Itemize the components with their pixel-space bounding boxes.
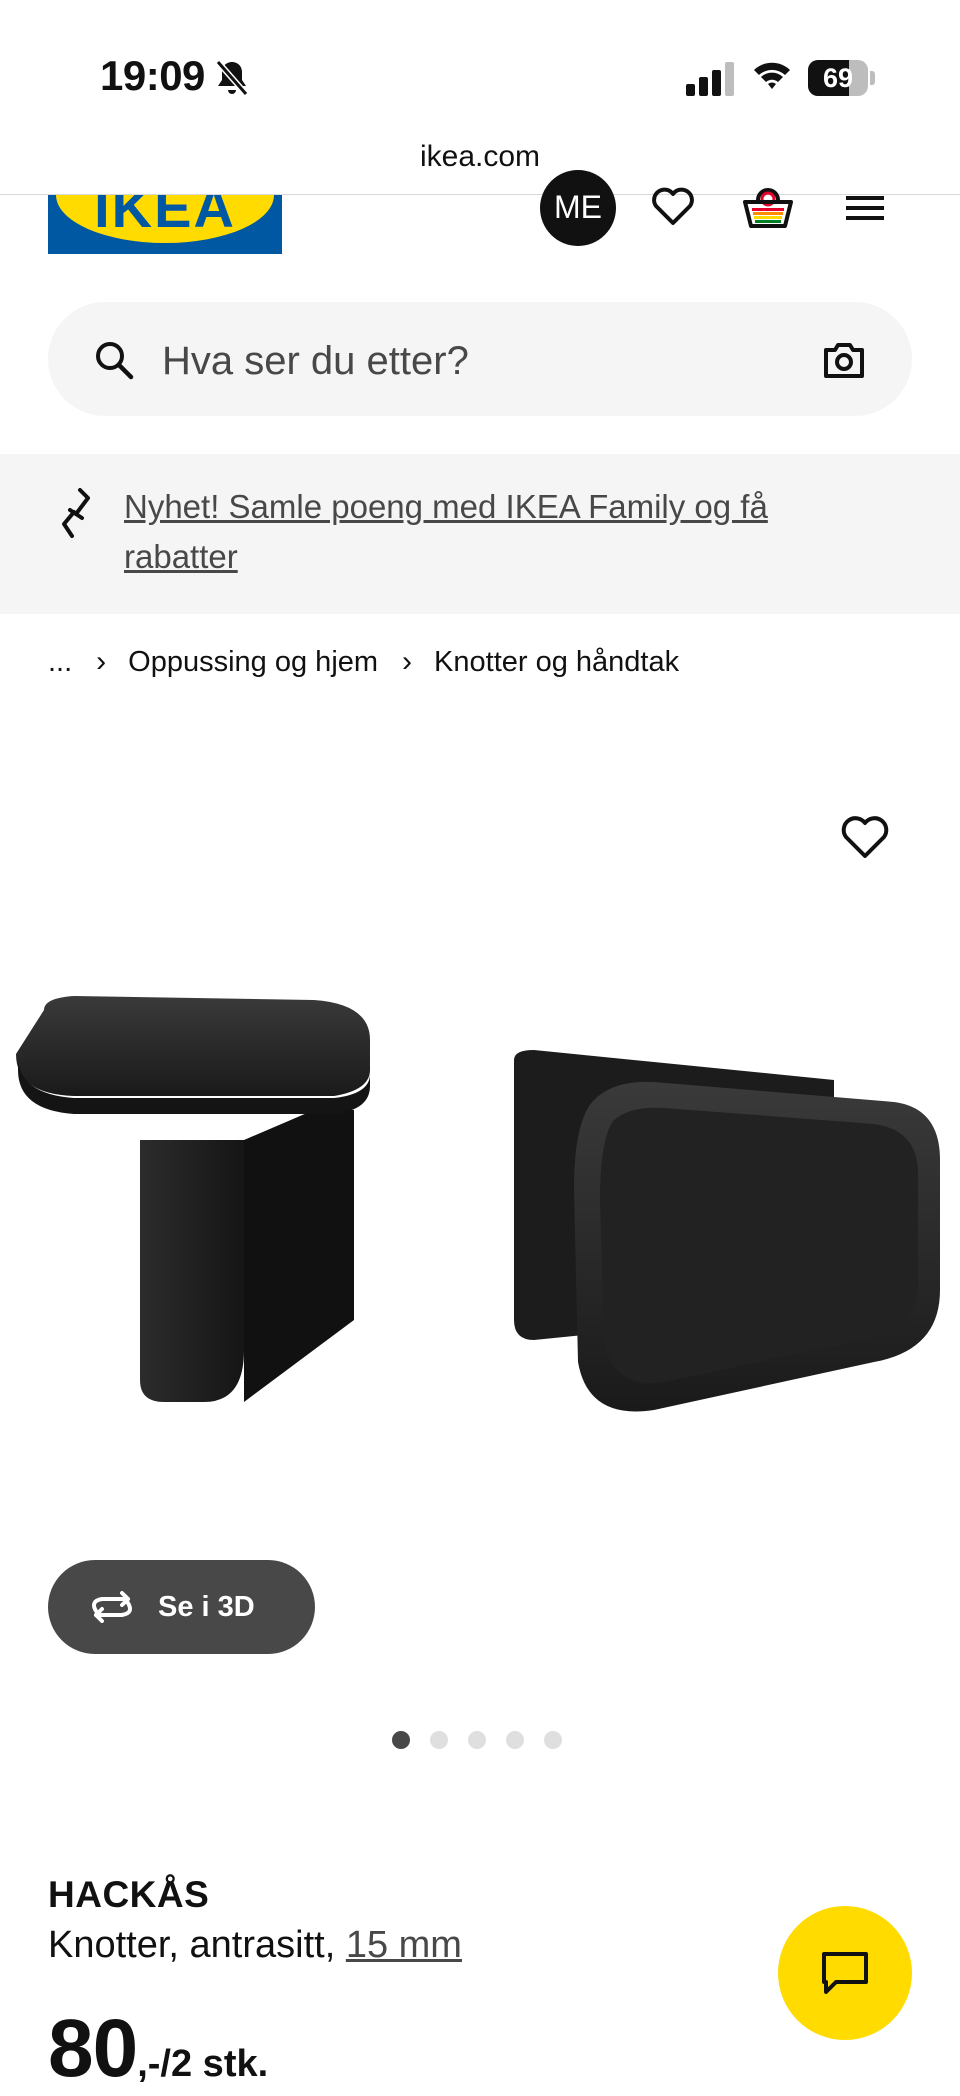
product-description: Knotter, antrasitt, 15 mm [48, 1924, 462, 1967]
carousel-dot[interactable] [468, 1731, 486, 1749]
product-image[interactable] [14, 990, 944, 1570]
signal-icon [686, 62, 734, 96]
view-3d-button[interactable]: Se i 3D [48, 1560, 315, 1654]
heart-icon[interactable] [650, 183, 696, 229]
camera-icon[interactable] [822, 340, 866, 380]
status-time: 19:09 [100, 52, 205, 99]
view-3d-label: Se i 3D [158, 1590, 255, 1623]
carousel-dot[interactable] [506, 1731, 524, 1749]
chat-icon [822, 1952, 868, 1994]
product-name: HACKÅS [48, 1874, 210, 1915]
battery-icon: 69 [808, 60, 876, 96]
carousel-dots [392, 1731, 562, 1749]
search-input[interactable] [162, 336, 782, 386]
breadcrumb-item[interactable]: Oppussing og hjem [128, 646, 378, 679]
product-price: 80,-/2 stk. [48, 2002, 268, 2096]
chevron-right-icon: › [402, 645, 413, 678]
user-avatar-button[interactable]: ME [540, 170, 616, 246]
link-icon [62, 488, 90, 538]
carousel-dot[interactable] [544, 1731, 562, 1749]
chevron-right-icon: › [96, 645, 107, 678]
bell-slash-icon [215, 60, 249, 96]
logo-text: IKEA [94, 195, 236, 239]
battery-percent: 69 [822, 63, 854, 93]
breadcrumb-ellipsis[interactable]: ... [48, 646, 72, 679]
url-bar[interactable]: ikea.com [0, 140, 960, 195]
wifi-icon [754, 62, 790, 89]
price-integer: 80 [48, 2003, 138, 2094]
rotate-3d-icon [92, 1591, 132, 1623]
price-suffix: ,-/2 stk. [137, 2043, 269, 2085]
ikea-logo[interactable]: IKEA [48, 195, 282, 254]
promo-link[interactable]: Nyhet! Samle poeng med IKEA Family og få… [124, 482, 844, 582]
product-description-text: Knotter, antrasitt, [48, 1924, 336, 1966]
product-size-link[interactable]: 15 mm [346, 1924, 462, 1966]
chat-button[interactable] [778, 1906, 912, 2040]
breadcrumb: ... › Oppussing og hjem › Knotter og hån… [48, 640, 679, 684]
search-icon[interactable] [94, 340, 134, 380]
menu-icon[interactable] [842, 190, 888, 226]
carousel-dot[interactable] [430, 1731, 448, 1749]
favourite-heart-icon[interactable] [838, 810, 892, 864]
breadcrumb-item[interactable]: Knotter og håndtak [434, 646, 679, 679]
carousel-dot[interactable] [392, 1731, 410, 1749]
cart-icon[interactable] [742, 182, 794, 230]
